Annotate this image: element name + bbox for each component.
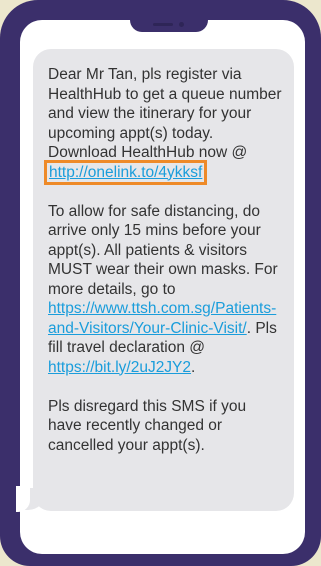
distancing-text: To allow for safe distancing, do arrive … <box>48 202 278 298</box>
camera-icon <box>179 22 184 27</box>
sms-paragraph-distancing: To allow for safe distancing, do arrive … <box>48 202 284 378</box>
clinic-visit-link[interactable]: https://www.ttsh.com.sg/Patients-and-Vis… <box>48 300 276 337</box>
register-text: Dear Mr Tan, pls register via HealthHub … <box>48 66 282 161</box>
healthhub-download-link[interactable]: http://onelink.to/4ykksf <box>43 159 208 185</box>
sms-paragraph-register: Dear Mr Tan, pls register via HealthHub … <box>43 65 284 185</box>
phone-notch <box>130 20 208 32</box>
sms-message: Dear Mr Tan, pls register via HealthHub … <box>43 65 284 475</box>
travel-declaration-link[interactable]: https://bit.ly/2uJ2JY2 <box>48 359 191 376</box>
sms-paragraph-disregard: Pls disregard this SMS if you have recen… <box>48 397 284 456</box>
speaker-icon <box>153 23 173 26</box>
disregard-text: Pls disregard this SMS if you have recen… <box>48 397 247 454</box>
sentence-end: . <box>191 358 196 376</box>
